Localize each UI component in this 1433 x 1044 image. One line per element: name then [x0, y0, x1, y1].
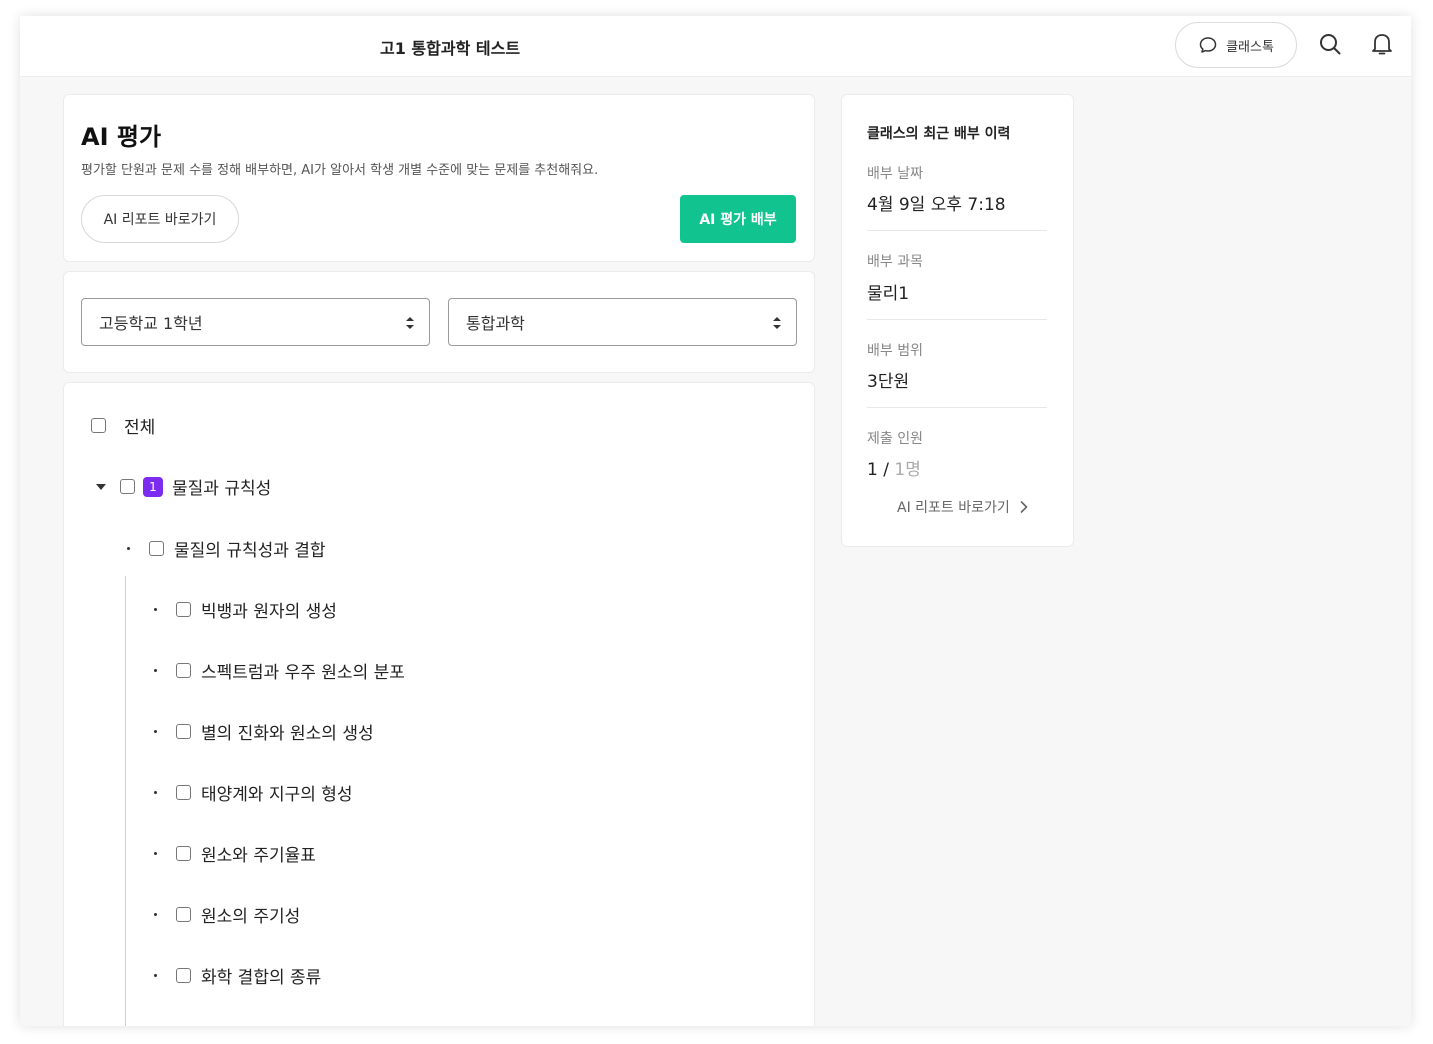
range-value: 3단원	[867, 372, 910, 392]
checkbox[interactable]	[176, 724, 191, 739]
checkbox[interactable]	[176, 907, 191, 922]
bell-icon	[1372, 34, 1392, 55]
tree-item-label: 원소의 주기성	[201, 907, 301, 927]
checkbox[interactable]	[120, 479, 135, 494]
bullet-dot	[154, 791, 157, 794]
subject-select-value: 통합과학	[466, 314, 525, 333]
divider	[867, 230, 1047, 231]
ai-report-button[interactable]: AI 리포트 바로가기	[81, 195, 239, 243]
notification-button[interactable]	[1368, 30, 1396, 58]
checkbox[interactable]	[176, 846, 191, 861]
tree-item-subunit[interactable]: 물질의 규칙성과 결합	[149, 536, 326, 561]
checkbox[interactable]	[176, 785, 191, 800]
caret-down-icon[interactable]	[95, 482, 107, 492]
history-report-label: AI 리포트 바로가기	[897, 500, 1010, 516]
submit-count: 1	[867, 460, 878, 480]
tree-item-label: 물질의 규칙성과 결합	[174, 541, 326, 561]
history-report-link[interactable]: AI 리포트 바로가기	[897, 497, 1028, 517]
class-talk-label: 클래스톡	[1226, 39, 1274, 55]
tree-item-all[interactable]: 전체	[91, 413, 155, 438]
submit-total: 1명	[894, 460, 921, 480]
app-window: 고1 통합과학 테스트 클래스톡 AI 평가 평가할 단원과 문제 수를 정해 …	[20, 16, 1411, 1026]
top-bar: 고1 통합과학 테스트 클래스톡	[20, 16, 1411, 77]
search-button[interactable]	[1316, 30, 1344, 58]
checkbox[interactable]	[176, 663, 191, 678]
unit-tree-card: 전체 1 물질과 규칙성 물질의 규칙성과 결합 빅뱅과 원자의 생성 스펙트럼…	[63, 382, 815, 1026]
grade-select[interactable]: 고등학교 1학년	[81, 298, 430, 346]
subject-value: 물리1	[867, 284, 910, 304]
bullet-dot	[154, 669, 157, 672]
tree-item-label: 전체	[124, 418, 156, 438]
divider	[867, 407, 1047, 408]
bullet-dot	[154, 852, 157, 855]
recent-assignment-card: 클래스의 최근 배부 이력 배부 날짜 4월 9일 오후 7:18 배부 과목 …	[841, 94, 1074, 547]
checkbox[interactable]	[149, 541, 164, 556]
checkbox[interactable]	[176, 602, 191, 617]
bullet-dot	[154, 974, 157, 977]
chat-bubble-icon	[1199, 37, 1217, 53]
tree-item-topic[interactable]: 원소와 주기율표	[176, 841, 316, 866]
checkbox[interactable]	[176, 968, 191, 983]
range-label: 배부 범위	[867, 343, 923, 359]
page-title: 고1 통합과학 테스트	[380, 39, 521, 58]
tree-item-label: 화학 결합의 종류	[201, 968, 322, 988]
history-heading: 클래스의 최근 배부 이력	[867, 126, 1011, 142]
tree-item-label: 스펙트럼과 우주 원소의 분포	[201, 663, 405, 683]
submit-label: 제출 인원	[867, 431, 923, 447]
class-talk-button[interactable]: 클래스톡	[1175, 22, 1297, 68]
date-value: 4월 9일 오후 7:18	[867, 195, 1006, 215]
tree-item-topic[interactable]: 별의 진화와 원소의 생성	[176, 719, 374, 744]
filter-card: 고등학교 1학년 통합과학	[63, 271, 815, 373]
tree-item-topic[interactable]: 원소의 주기성	[176, 902, 300, 927]
tree-item-label: 빅뱅과 원자의 생성	[201, 602, 337, 622]
grade-select-value: 고등학교 1학년	[99, 314, 203, 333]
tree-item-topic[interactable]: 스펙트럼과 우주 원소의 분포	[176, 658, 405, 683]
tree-guide-line	[125, 576, 126, 1026]
unit-number-badge: 1	[143, 476, 163, 497]
tree-item-label: 별의 진화와 원소의 생성	[201, 724, 374, 744]
checkbox[interactable]	[91, 418, 106, 433]
tree-item-unit[interactable]: 1 물질과 규칙성	[95, 474, 271, 499]
tree-item-topic[interactable]: 태양계와 지구의 형성	[176, 780, 353, 805]
date-label: 배부 날짜	[867, 166, 923, 182]
select-arrows-icon	[406, 317, 414, 329]
tree-item-label: 원소와 주기율표	[201, 846, 316, 866]
ai-assign-button[interactable]: AI 평가 배부	[680, 195, 796, 243]
bullet-dot	[154, 608, 157, 611]
ai-evaluation-title: AI 평가	[81, 123, 162, 151]
tree-item-label: 태양계와 지구의 형성	[201, 785, 353, 805]
ai-evaluation-description: 평가할 단원과 문제 수를 정해 배부하면, AI가 알아서 학생 개별 수준에…	[81, 163, 599, 178]
ai-evaluation-card: AI 평가 평가할 단원과 문제 수를 정해 배부하면, AI가 알아서 학생 …	[63, 94, 815, 262]
select-arrows-icon	[773, 317, 781, 329]
divider	[867, 319, 1047, 320]
subject-label: 배부 과목	[867, 254, 923, 270]
bullet-dot	[154, 913, 157, 916]
tree-item-topic[interactable]: 빅뱅과 원자의 생성	[176, 597, 337, 622]
bullet-dot	[127, 547, 130, 550]
submit-value: 1 / 1명	[867, 455, 921, 480]
search-icon	[1320, 34, 1341, 55]
chevron-right-icon	[1020, 501, 1028, 513]
tree-item-label: 물질과 규칙성	[172, 479, 272, 499]
submit-separator: /	[877, 460, 895, 480]
tree-item-topic[interactable]: 화학 결합의 종류	[176, 963, 321, 988]
subject-select[interactable]: 통합과학	[448, 298, 797, 346]
bullet-dot	[154, 730, 157, 733]
